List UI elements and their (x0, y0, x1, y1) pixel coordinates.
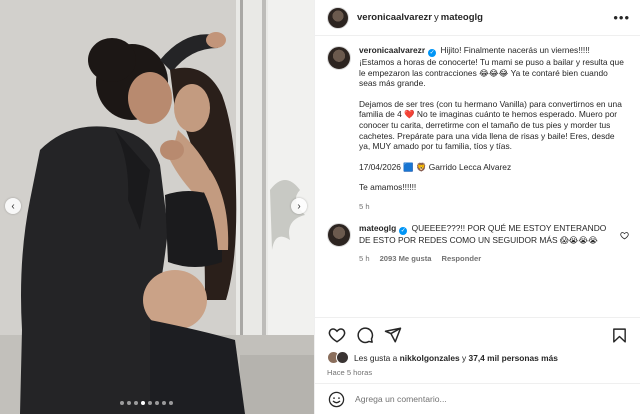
chevron-left-icon: ‹ (11, 200, 15, 212)
comment-body: mateoglg ✓ QUEEEE???!! POR QUÉ ME ESTOY E… (359, 223, 617, 265)
previous-photo-button[interactable]: ‹ (5, 198, 21, 214)
caption-meta: 5 h (359, 202, 627, 213)
comment-username[interactable]: mateoglg (359, 223, 396, 233)
bookmark-icon[interactable] (609, 325, 629, 345)
emoji-icon[interactable] (327, 390, 345, 408)
carousel-dot (120, 401, 124, 405)
avatar[interactable] (327, 6, 349, 29)
comment-icon[interactable] (355, 325, 375, 345)
caption-time[interactable]: 5 h (359, 202, 370, 213)
post-actions-section: Les gusta a nikkolgonzales y 37,4 mil pe… (315, 317, 640, 383)
comment-meta: 5 h 2093 Me gusta Responder (359, 254, 617, 265)
carousel-dot (148, 401, 152, 405)
more-horizontal-icon[interactable]: ••• (613, 10, 630, 25)
post-authors: veronicaalvarezr y mateoglg (357, 12, 613, 23)
post-media[interactable]: ‹ › (0, 0, 314, 414)
next-photo-button[interactable]: › (291, 198, 307, 214)
post-header: veronicaalvarezr y mateoglg ••• (315, 0, 640, 36)
post-side-panel: veronicaalvarezr y mateoglg ••• veronicaal… (314, 0, 640, 414)
carousel-dot (127, 401, 131, 405)
action-bar (327, 324, 629, 346)
heart-icon[interactable] (620, 231, 629, 242)
post-time[interactable]: Hace 5 horas (327, 368, 629, 377)
collaborator-username[interactable]: mateoglg (441, 12, 483, 23)
comment-text: QUEEEE???!! POR QUÉ ME ESTOY ENTERANDO D… (359, 222, 607, 245)
author-connector: y (434, 12, 439, 23)
post-photo (0, 0, 314, 414)
avatar[interactable] (327, 222, 351, 247)
reply-button[interactable]: Responder (441, 254, 481, 265)
carousel-dot (134, 401, 138, 405)
author-username[interactable]: veronicaalvarezr (357, 12, 432, 23)
caption-paragraph: Te amamos!!!!!! (359, 182, 417, 193)
carousel-dot (141, 401, 145, 405)
carousel-dot (169, 401, 173, 405)
comment-likes[interactable]: 2093 Me gusta (380, 254, 432, 265)
caption-username[interactable]: veronicaalvarezr (359, 45, 425, 55)
carousel-dot (162, 401, 166, 405)
likes-summary: Les gusta a nikkolgonzales y 37,4 mil pe… (327, 351, 629, 364)
comment-input[interactable] (355, 394, 629, 404)
comment-time[interactable]: 5 h (359, 254, 370, 265)
verified-icon: ✓ (428, 49, 437, 57)
caption-paragraph: Dejamos de ser tres (con tu hermano Vani… (359, 98, 622, 152)
carousel-dot (155, 401, 159, 405)
liker-avatars (327, 351, 349, 364)
carousel-indicator (120, 401, 173, 405)
comments-section: veronicaalvarezr ✓ Hijito! Finalmente nac… (315, 37, 640, 317)
likes-prefix: Les gusta a (354, 352, 398, 363)
verified-icon: ✓ (399, 226, 408, 235)
share-icon[interactable] (383, 325, 403, 345)
chevron-right-icon: › (297, 200, 301, 212)
heart-icon[interactable] (327, 325, 347, 345)
avatar[interactable] (327, 46, 351, 70)
likes-connector: y (462, 352, 467, 363)
caption-body: veronicaalvarezr ✓ Hijito! Finalmente nac… (359, 45, 627, 213)
post-caption: veronicaalvarezr ✓ Hijito! Finalmente nac… (327, 45, 629, 213)
likes-count[interactable]: 37,4 mil personas más (469, 353, 558, 363)
add-comment-bar (315, 383, 640, 414)
caption-paragraph: 17/04/2026 🟦 🦁 Garrido Lecca Alvarez (359, 161, 512, 172)
liker-username[interactable]: nikkolgonzales (400, 353, 460, 363)
comment-item: mateoglg ✓ QUEEEE???!! POR QUÉ ME ESTOY E… (327, 222, 629, 265)
